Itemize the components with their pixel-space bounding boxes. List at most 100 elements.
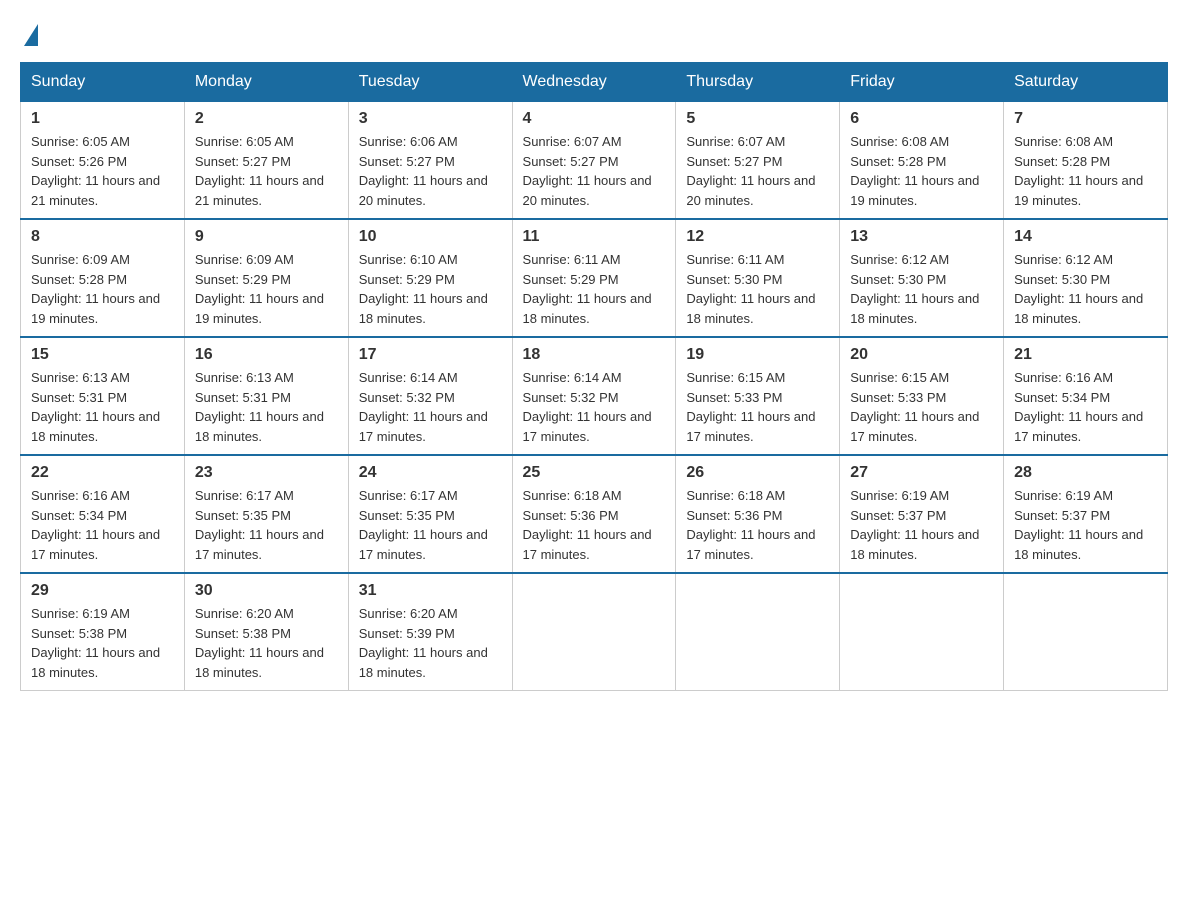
calendar-cell: 8 Sunrise: 6:09 AM Sunset: 5:28 PM Dayli…	[21, 219, 185, 337]
calendar-cell: 27 Sunrise: 6:19 AM Sunset: 5:37 PM Dayl…	[840, 455, 1004, 573]
day-number: 29	[31, 582, 174, 600]
calendar-cell: 18 Sunrise: 6:14 AM Sunset: 5:32 PM Dayl…	[512, 337, 676, 455]
day-number: 9	[195, 228, 338, 246]
day-number: 27	[850, 464, 993, 482]
day-info: Sunrise: 6:16 AM Sunset: 5:34 PM Dayligh…	[1014, 368, 1157, 446]
calendar-table: SundayMondayTuesdayWednesdayThursdayFrid…	[20, 62, 1168, 691]
day-info: Sunrise: 6:05 AM Sunset: 5:26 PM Dayligh…	[31, 132, 174, 210]
day-number: 13	[850, 228, 993, 246]
day-number: 1	[31, 110, 174, 128]
calendar-week-row: 8 Sunrise: 6:09 AM Sunset: 5:28 PM Dayli…	[21, 219, 1168, 337]
day-info: Sunrise: 6:09 AM Sunset: 5:28 PM Dayligh…	[31, 250, 174, 328]
calendar-cell: 14 Sunrise: 6:12 AM Sunset: 5:30 PM Dayl…	[1004, 219, 1168, 337]
calendar-cell: 9 Sunrise: 6:09 AM Sunset: 5:29 PM Dayli…	[184, 219, 348, 337]
day-number: 4	[523, 110, 666, 128]
calendar-cell: 12 Sunrise: 6:11 AM Sunset: 5:30 PM Dayl…	[676, 219, 840, 337]
calendar-cell: 20 Sunrise: 6:15 AM Sunset: 5:33 PM Dayl…	[840, 337, 1004, 455]
day-info: Sunrise: 6:08 AM Sunset: 5:28 PM Dayligh…	[1014, 132, 1157, 210]
day-number: 31	[359, 582, 502, 600]
day-header-wednesday: Wednesday	[512, 63, 676, 102]
day-number: 21	[1014, 346, 1157, 364]
day-info: Sunrise: 6:09 AM Sunset: 5:29 PM Dayligh…	[195, 250, 338, 328]
day-info: Sunrise: 6:15 AM Sunset: 5:33 PM Dayligh…	[850, 368, 993, 446]
day-number: 25	[523, 464, 666, 482]
day-header-sunday: Sunday	[21, 63, 185, 102]
day-info: Sunrise: 6:12 AM Sunset: 5:30 PM Dayligh…	[850, 250, 993, 328]
day-number: 5	[686, 110, 829, 128]
calendar-cell: 1 Sunrise: 6:05 AM Sunset: 5:26 PM Dayli…	[21, 102, 185, 220]
day-info: Sunrise: 6:14 AM Sunset: 5:32 PM Dayligh…	[523, 368, 666, 446]
day-info: Sunrise: 6:05 AM Sunset: 5:27 PM Dayligh…	[195, 132, 338, 210]
calendar-week-row: 15 Sunrise: 6:13 AM Sunset: 5:31 PM Dayl…	[21, 337, 1168, 455]
calendar-cell: 3 Sunrise: 6:06 AM Sunset: 5:27 PM Dayli…	[348, 102, 512, 220]
day-info: Sunrise: 6:20 AM Sunset: 5:38 PM Dayligh…	[195, 604, 338, 682]
calendar-week-row: 22 Sunrise: 6:16 AM Sunset: 5:34 PM Dayl…	[21, 455, 1168, 573]
calendar-cell: 13 Sunrise: 6:12 AM Sunset: 5:30 PM Dayl…	[840, 219, 1004, 337]
day-header-tuesday: Tuesday	[348, 63, 512, 102]
day-info: Sunrise: 6:13 AM Sunset: 5:31 PM Dayligh…	[31, 368, 174, 446]
day-info: Sunrise: 6:13 AM Sunset: 5:31 PM Dayligh…	[195, 368, 338, 446]
calendar-cell: 19 Sunrise: 6:15 AM Sunset: 5:33 PM Dayl…	[676, 337, 840, 455]
day-info: Sunrise: 6:06 AM Sunset: 5:27 PM Dayligh…	[359, 132, 502, 210]
calendar-cell	[1004, 573, 1168, 691]
calendar-cell: 5 Sunrise: 6:07 AM Sunset: 5:27 PM Dayli…	[676, 102, 840, 220]
calendar-cell	[512, 573, 676, 691]
day-info: Sunrise: 6:16 AM Sunset: 5:34 PM Dayligh…	[31, 486, 174, 564]
calendar-cell: 2 Sunrise: 6:05 AM Sunset: 5:27 PM Dayli…	[184, 102, 348, 220]
day-number: 8	[31, 228, 174, 246]
calendar-cell: 23 Sunrise: 6:17 AM Sunset: 5:35 PM Dayl…	[184, 455, 348, 573]
day-info: Sunrise: 6:11 AM Sunset: 5:29 PM Dayligh…	[523, 250, 666, 328]
day-header-monday: Monday	[184, 63, 348, 102]
day-number: 3	[359, 110, 502, 128]
calendar-cell	[840, 573, 1004, 691]
day-number: 23	[195, 464, 338, 482]
day-number: 19	[686, 346, 829, 364]
day-number: 12	[686, 228, 829, 246]
day-number: 20	[850, 346, 993, 364]
day-info: Sunrise: 6:07 AM Sunset: 5:27 PM Dayligh…	[523, 132, 666, 210]
calendar-week-row: 1 Sunrise: 6:05 AM Sunset: 5:26 PM Dayli…	[21, 102, 1168, 220]
day-info: Sunrise: 6:20 AM Sunset: 5:39 PM Dayligh…	[359, 604, 502, 682]
day-number: 14	[1014, 228, 1157, 246]
calendar-header-row: SundayMondayTuesdayWednesdayThursdayFrid…	[21, 63, 1168, 102]
day-info: Sunrise: 6:19 AM Sunset: 5:37 PM Dayligh…	[850, 486, 993, 564]
calendar-cell: 6 Sunrise: 6:08 AM Sunset: 5:28 PM Dayli…	[840, 102, 1004, 220]
calendar-cell: 22 Sunrise: 6:16 AM Sunset: 5:34 PM Dayl…	[21, 455, 185, 573]
day-number: 15	[31, 346, 174, 364]
day-info: Sunrise: 6:11 AM Sunset: 5:30 PM Dayligh…	[686, 250, 829, 328]
logo	[20, 20, 38, 42]
day-info: Sunrise: 6:10 AM Sunset: 5:29 PM Dayligh…	[359, 250, 502, 328]
day-number: 22	[31, 464, 174, 482]
day-number: 16	[195, 346, 338, 364]
day-number: 17	[359, 346, 502, 364]
calendar-cell: 25 Sunrise: 6:18 AM Sunset: 5:36 PM Dayl…	[512, 455, 676, 573]
day-number: 28	[1014, 464, 1157, 482]
day-number: 24	[359, 464, 502, 482]
calendar-cell: 11 Sunrise: 6:11 AM Sunset: 5:29 PM Dayl…	[512, 219, 676, 337]
calendar-cell: 16 Sunrise: 6:13 AM Sunset: 5:31 PM Dayl…	[184, 337, 348, 455]
day-info: Sunrise: 6:14 AM Sunset: 5:32 PM Dayligh…	[359, 368, 502, 446]
day-number: 18	[523, 346, 666, 364]
day-info: Sunrise: 6:17 AM Sunset: 5:35 PM Dayligh…	[195, 486, 338, 564]
day-info: Sunrise: 6:08 AM Sunset: 5:28 PM Dayligh…	[850, 132, 993, 210]
calendar-cell: 30 Sunrise: 6:20 AM Sunset: 5:38 PM Dayl…	[184, 573, 348, 691]
day-info: Sunrise: 6:07 AM Sunset: 5:27 PM Dayligh…	[686, 132, 829, 210]
day-info: Sunrise: 6:15 AM Sunset: 5:33 PM Dayligh…	[686, 368, 829, 446]
calendar-cell: 15 Sunrise: 6:13 AM Sunset: 5:31 PM Dayl…	[21, 337, 185, 455]
day-number: 6	[850, 110, 993, 128]
calendar-cell: 10 Sunrise: 6:10 AM Sunset: 5:29 PM Dayl…	[348, 219, 512, 337]
logo-triangle-icon	[24, 24, 38, 46]
calendar-cell: 7 Sunrise: 6:08 AM Sunset: 5:28 PM Dayli…	[1004, 102, 1168, 220]
day-number: 11	[523, 228, 666, 246]
day-info: Sunrise: 6:18 AM Sunset: 5:36 PM Dayligh…	[523, 486, 666, 564]
day-number: 26	[686, 464, 829, 482]
calendar-week-row: 29 Sunrise: 6:19 AM Sunset: 5:38 PM Dayl…	[21, 573, 1168, 691]
calendar-cell: 28 Sunrise: 6:19 AM Sunset: 5:37 PM Dayl…	[1004, 455, 1168, 573]
logo-top	[20, 20, 38, 46]
day-info: Sunrise: 6:18 AM Sunset: 5:36 PM Dayligh…	[686, 486, 829, 564]
day-number: 10	[359, 228, 502, 246]
calendar-cell: 24 Sunrise: 6:17 AM Sunset: 5:35 PM Dayl…	[348, 455, 512, 573]
day-info: Sunrise: 6:12 AM Sunset: 5:30 PM Dayligh…	[1014, 250, 1157, 328]
day-header-thursday: Thursday	[676, 63, 840, 102]
calendar-cell: 17 Sunrise: 6:14 AM Sunset: 5:32 PM Dayl…	[348, 337, 512, 455]
